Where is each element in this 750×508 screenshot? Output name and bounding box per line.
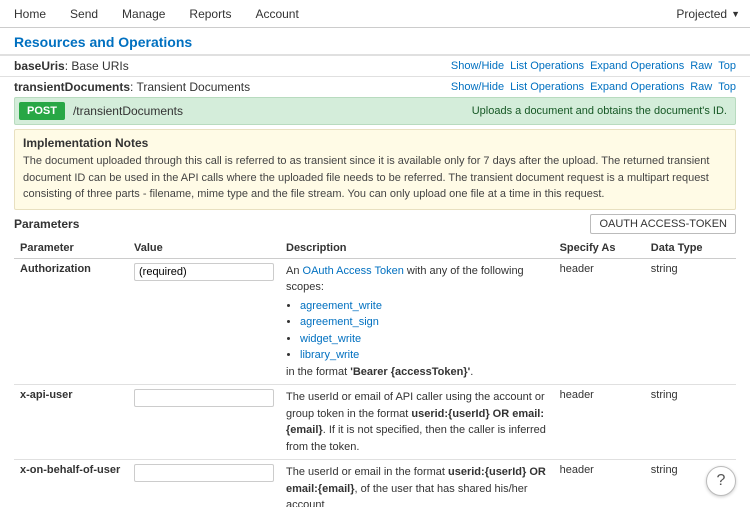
scope-widget-write[interactable]: widget_write	[300, 333, 361, 345]
param-specify-authorization: header	[554, 258, 645, 385]
table-row: x-on-behalf-of-user The userId or email …	[14, 460, 736, 508]
post-path: /transientDocuments	[73, 104, 472, 118]
page-header: Resources and Operations	[0, 28, 750, 55]
baseuris-top[interactable]: Top	[718, 60, 736, 72]
nav-send[interactable]: Send	[66, 1, 102, 27]
xapiuser-input[interactable]	[134, 389, 274, 407]
transient-row: transientDocuments: Transient Documents …	[0, 76, 750, 97]
param-specify-xonbehalf: header	[554, 460, 645, 508]
impl-notes-title: Implementation Notes	[23, 136, 727, 150]
param-type-authorization: string	[645, 258, 736, 385]
baseuris-raw[interactable]: Raw	[690, 60, 712, 72]
transient-top[interactable]: Top	[718, 81, 736, 93]
param-desc-xonbehalf: The userId or email in the format userid…	[280, 460, 554, 508]
help-button[interactable]: ?	[706, 466, 736, 496]
page-title: Resources and Operations	[14, 34, 192, 50]
transient-expandops[interactable]: Expand Operations	[590, 81, 684, 93]
impl-notes-text: The document uploaded through this call …	[23, 153, 727, 203]
table-row: x-api-user The userId or email of API ca…	[14, 385, 736, 460]
scope-library-write[interactable]: library_write	[300, 349, 359, 361]
transient-showhide[interactable]: Show/Hide	[451, 81, 504, 93]
baseuris-showhide[interactable]: Show/Hide	[451, 60, 504, 72]
projected-label: Projected	[676, 7, 727, 21]
scope-agreement-write[interactable]: agreement_write	[300, 300, 382, 312]
nav-home[interactable]: Home	[10, 1, 50, 27]
params-header-row: Parameters OAUTH ACCESS-TOKEN	[14, 214, 736, 234]
top-nav: Home Send Manage Reports Account Project…	[0, 0, 750, 28]
post-description: Uploads a document and obtains the docum…	[472, 105, 727, 117]
impl-notes: Implementation Notes The document upload…	[14, 129, 736, 210]
post-bar: POST /transientDocuments Uploads a docum…	[14, 97, 736, 125]
param-value-xonbehalf	[128, 460, 280, 508]
nav-account[interactable]: Account	[251, 1, 302, 27]
xonbehalf-input[interactable]	[134, 464, 274, 482]
baseuris-expandops[interactable]: Expand Operations	[590, 60, 684, 72]
param-value-xapiuser	[128, 385, 280, 460]
table-row: Authorization An OAuth Access Token with…	[14, 258, 736, 385]
params-table: Parameter Value Description Specify As D…	[14, 238, 736, 508]
param-name-xapiuser: x-api-user	[14, 385, 128, 460]
nav-items: Home Send Manage Reports Account	[10, 1, 303, 27]
main-content: baseUris: Base URIs Show/Hide List Opera…	[0, 55, 750, 507]
transient-label: transientDocuments: Transient Documents	[14, 80, 250, 94]
transient-raw[interactable]: Raw	[690, 81, 712, 93]
baseuris-row: baseUris: Base URIs Show/Hide List Opera…	[0, 55, 750, 76]
col-header-specify: Specify As	[554, 238, 645, 259]
authorization-input[interactable]	[134, 263, 274, 281]
param-specify-xapiuser: header	[554, 385, 645, 460]
nav-manage[interactable]: Manage	[118, 1, 169, 27]
params-table-header: Parameter Value Description Specify As D…	[14, 238, 736, 259]
col-header-type: Data Type	[645, 238, 736, 259]
baseuris-actions: Show/Hide List Operations Expand Operati…	[451, 60, 736, 72]
baseuris-label: baseUris: Base URIs	[14, 59, 129, 73]
param-type-xapiuser: string	[645, 385, 736, 460]
post-method-badge: POST	[19, 102, 65, 120]
oauth-token-link[interactable]: OAuth Access Token	[303, 265, 404, 277]
param-desc-xapiuser: The userId or email of API caller using …	[280, 385, 554, 460]
col-header-value: Value	[128, 238, 280, 259]
transient-listops[interactable]: List Operations	[510, 81, 584, 93]
question-mark-icon: ?	[717, 472, 726, 490]
nav-reports[interactable]: Reports	[185, 1, 235, 27]
col-header-desc: Description	[280, 238, 554, 259]
chevron-down-icon: ▼	[731, 9, 740, 19]
oauth-button[interactable]: OAUTH ACCESS-TOKEN	[590, 214, 736, 234]
col-header-param: Parameter	[14, 238, 128, 259]
nav-right: Projected ▼	[676, 7, 740, 21]
param-name-xonbehalf: x-on-behalf-of-user	[14, 460, 128, 508]
param-value-authorization	[128, 258, 280, 385]
scope-agreement-sign[interactable]: agreement_sign	[300, 316, 379, 328]
baseuris-listops[interactable]: List Operations	[510, 60, 584, 72]
param-desc-authorization: An OAuth Access Token with any of the fo…	[280, 258, 554, 385]
param-name-authorization: Authorization	[14, 258, 128, 385]
params-section: Parameters OAUTH ACCESS-TOKEN Parameter …	[14, 214, 736, 508]
params-title: Parameters	[14, 217, 79, 231]
transient-actions: Show/Hide List Operations Expand Operati…	[451, 81, 736, 93]
